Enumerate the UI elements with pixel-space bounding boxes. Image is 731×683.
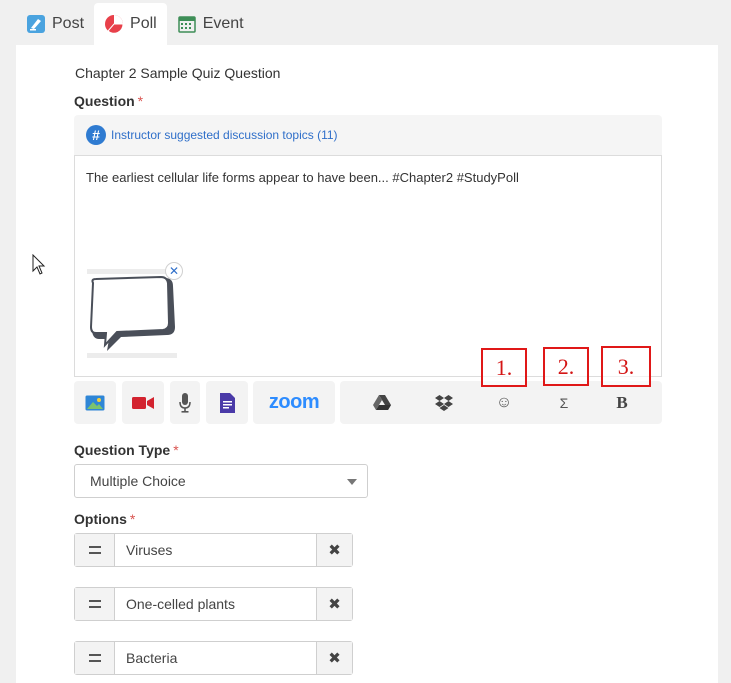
dropbox-icon bbox=[435, 394, 453, 411]
options-label-text: Options bbox=[74, 511, 127, 527]
remove-option-button[interactable]: ✖ bbox=[316, 534, 352, 566]
document-icon bbox=[220, 392, 235, 413]
zoom-logo: zoom bbox=[268, 391, 320, 413]
question-type-label: Question Type * bbox=[74, 442, 179, 458]
tab-post-label: Post bbox=[52, 15, 85, 32]
drag-handle-icon[interactable] bbox=[75, 534, 115, 566]
record-audio-button[interactable] bbox=[170, 381, 200, 424]
poll-icon bbox=[104, 14, 124, 34]
question-text[interactable]: The earliest cellular life forms appear … bbox=[86, 170, 519, 185]
more-tools-group: ☺ Σ B bbox=[340, 381, 662, 424]
options-label: Options * bbox=[74, 511, 135, 527]
thumbnail-bar-top bbox=[87, 269, 177, 274]
remove-option-button[interactable]: ✖ bbox=[316, 588, 352, 620]
drag-handle-icon[interactable] bbox=[75, 642, 115, 674]
composer-tabs: Post Poll Event bbox=[16, 2, 254, 46]
speech-bubble-icon bbox=[89, 275, 175, 351]
tab-event[interactable]: Event bbox=[167, 3, 254, 46]
zoom-button[interactable]: zoom bbox=[253, 381, 335, 424]
insert-document-button[interactable] bbox=[206, 381, 248, 424]
attached-image-thumbnail[interactable]: ✕ bbox=[87, 262, 183, 361]
equation-button[interactable]: Σ bbox=[534, 381, 594, 424]
required-mark: * bbox=[173, 442, 179, 458]
editor-toolbar: zoom ☺ Σ B bbox=[74, 381, 662, 424]
remove-image-icon[interactable]: ✕ bbox=[165, 262, 183, 280]
tab-poll-label: Poll bbox=[130, 15, 157, 32]
option-input[interactable]: One-celled plants bbox=[115, 588, 316, 620]
suggested-topics-bar[interactable]: # Instructor suggested discussion topics… bbox=[74, 115, 662, 155]
annotation-3: 3. bbox=[601, 346, 651, 387]
tab-event-label: Event bbox=[202, 15, 244, 32]
question-label: Question * bbox=[74, 93, 143, 109]
required-mark: * bbox=[137, 93, 144, 109]
annotation-2: 2. bbox=[543, 347, 589, 386]
chevron-down-icon bbox=[347, 479, 357, 485]
option-input[interactable]: Bacteria bbox=[115, 642, 316, 674]
microphone-icon bbox=[179, 392, 191, 413]
suggested-topics-link[interactable]: Instructor suggested discussion topics (… bbox=[111, 128, 338, 142]
bold-button[interactable]: B bbox=[592, 381, 652, 424]
remove-option-button[interactable]: ✖ bbox=[316, 642, 352, 674]
dropbox-button[interactable] bbox=[414, 381, 474, 424]
question-type-value: Multiple Choice bbox=[90, 473, 186, 489]
emoji-icon: ☺ bbox=[495, 393, 513, 411]
bold-icon: B bbox=[616, 392, 628, 412]
insert-video-button[interactable] bbox=[122, 381, 164, 424]
tab-post[interactable]: Post bbox=[16, 3, 94, 46]
option-input[interactable]: Viruses bbox=[115, 534, 316, 566]
option-row: One-celled plants ✖ bbox=[74, 587, 353, 621]
question-type-select[interactable]: Multiple Choice bbox=[74, 464, 368, 498]
calendar-icon bbox=[177, 14, 197, 34]
question-editor[interactable]: The earliest cellular life forms appear … bbox=[74, 155, 662, 377]
required-mark: * bbox=[129, 511, 136, 527]
poll-title: Chapter 2 Sample Quiz Question bbox=[75, 65, 281, 81]
emoji-button[interactable]: ☺ bbox=[474, 381, 534, 424]
insert-image-button[interactable] bbox=[74, 381, 116, 424]
google-drive-icon bbox=[373, 394, 391, 410]
mouse-cursor-icon bbox=[32, 253, 46, 281]
question-type-label-text: Question Type bbox=[74, 442, 171, 458]
option-row: Viruses ✖ bbox=[74, 533, 353, 567]
option-row: Bacteria ✖ bbox=[74, 641, 353, 675]
image-icon bbox=[85, 395, 105, 410]
post-icon bbox=[26, 14, 46, 34]
google-drive-button[interactable] bbox=[352, 381, 412, 424]
hashtag-icon: # bbox=[86, 125, 106, 145]
annotation-1: 1. bbox=[481, 348, 527, 387]
sigma-icon: Σ bbox=[559, 394, 569, 411]
question-label-text: Question bbox=[74, 93, 135, 109]
tab-poll[interactable]: Poll bbox=[94, 2, 167, 46]
drag-handle-icon[interactable] bbox=[75, 588, 115, 620]
video-icon bbox=[132, 396, 154, 409]
